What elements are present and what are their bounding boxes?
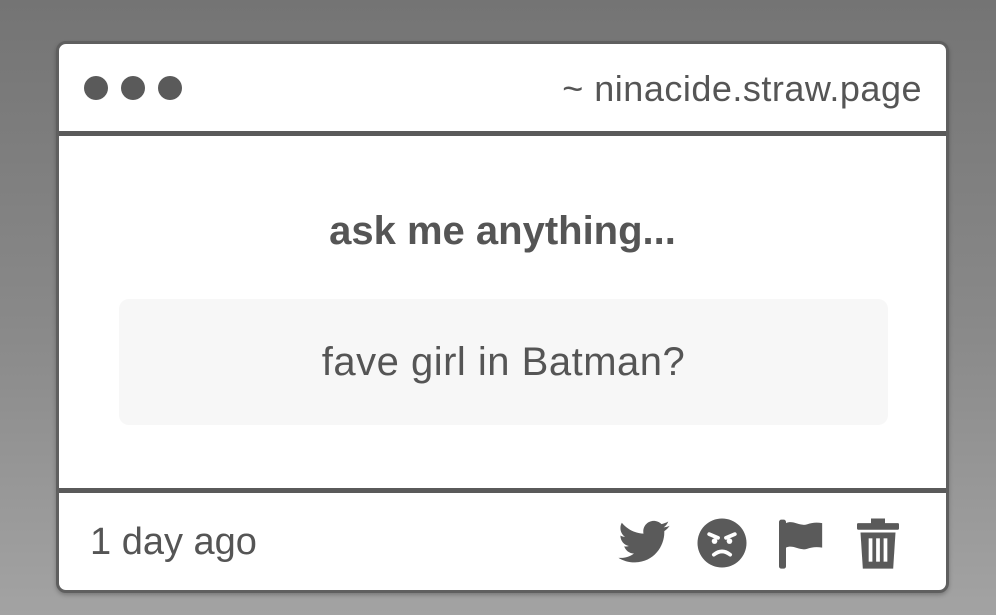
flag-icon[interactable] — [772, 513, 828, 573]
angry-face-icon[interactable] — [694, 513, 750, 573]
question-box: fave girl in Batman? — [119, 299, 888, 425]
window-dot — [158, 76, 182, 100]
window-titlebar: ~ ninacide.straw.page — [59, 44, 946, 136]
page-url: ~ ninacide.straw.page — [562, 68, 922, 109]
window-dot — [84, 76, 108, 100]
trash-icon[interactable] — [850, 513, 906, 573]
question-text: fave girl in Batman? — [321, 339, 686, 384]
action-bar — [616, 513, 906, 573]
timestamp: 1 day ago — [90, 521, 257, 563]
question-area: ask me anything... fave girl in Batman? — [59, 141, 946, 488]
ask-card: ~ ninacide.straw.page ask me anything...… — [56, 41, 949, 593]
twitter-icon[interactable] — [616, 513, 672, 573]
page-heading: ask me anything... — [329, 209, 676, 253]
card-footer: 1 day ago — [59, 488, 946, 590]
window-dot — [121, 76, 145, 100]
window-dots — [84, 76, 182, 100]
